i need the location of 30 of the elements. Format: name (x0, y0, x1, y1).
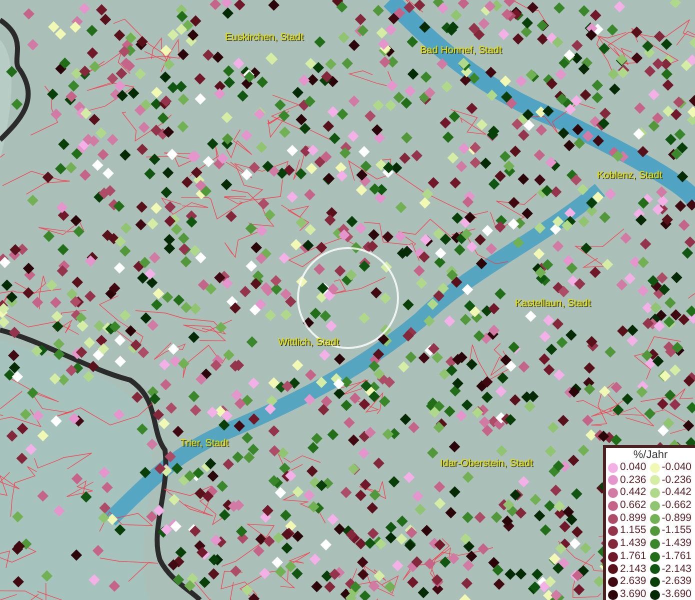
place-label: Bad Honnef, Stadt (420, 45, 502, 56)
legend-value: 1.439 (620, 538, 648, 550)
legend-value: 2.143 (620, 564, 648, 575)
place-label: Trier, Stadt (180, 438, 229, 449)
legend-value: -1.155 (662, 525, 693, 537)
place-label: Koblenz, Stadt (597, 170, 662, 181)
legend-value: 1.155 (620, 525, 648, 537)
legend-value: -2.639 (662, 576, 693, 588)
place-label: Wittlich, Stadt (278, 337, 340, 348)
legend-value: -1.439 (662, 538, 693, 550)
legend-value: -0.442 (662, 487, 693, 499)
legend-value: 0.899 (620, 512, 648, 524)
legend-value: -0.899 (662, 512, 693, 524)
place-label: Idar-Oberstein, Stadt (440, 458, 533, 469)
legend-value: -0.662 (662, 500, 693, 512)
legend-value: 1.761 (620, 550, 648, 562)
legend-value: -0.040 (662, 462, 693, 474)
legend-title: %/Jahr (632, 449, 669, 462)
legend-value: -2.143 (662, 564, 693, 575)
legend-value: 0.040 (620, 462, 648, 474)
legend-value: -0.236 (662, 474, 693, 486)
legend-value: 2.639 (620, 576, 648, 588)
legend-value: 3.690 (620, 588, 648, 600)
legend-value: 0.662 (620, 500, 648, 512)
place-label: Euskirchen, Stadt (225, 32, 304, 43)
legend-value: 0.236 (620, 474, 648, 486)
place-label: Kastellaun, Stadt (515, 298, 591, 309)
legend-value: -3.690 (662, 588, 693, 600)
legend-value: -1.761 (662, 550, 693, 562)
legend-value: 0.442 (620, 487, 648, 499)
